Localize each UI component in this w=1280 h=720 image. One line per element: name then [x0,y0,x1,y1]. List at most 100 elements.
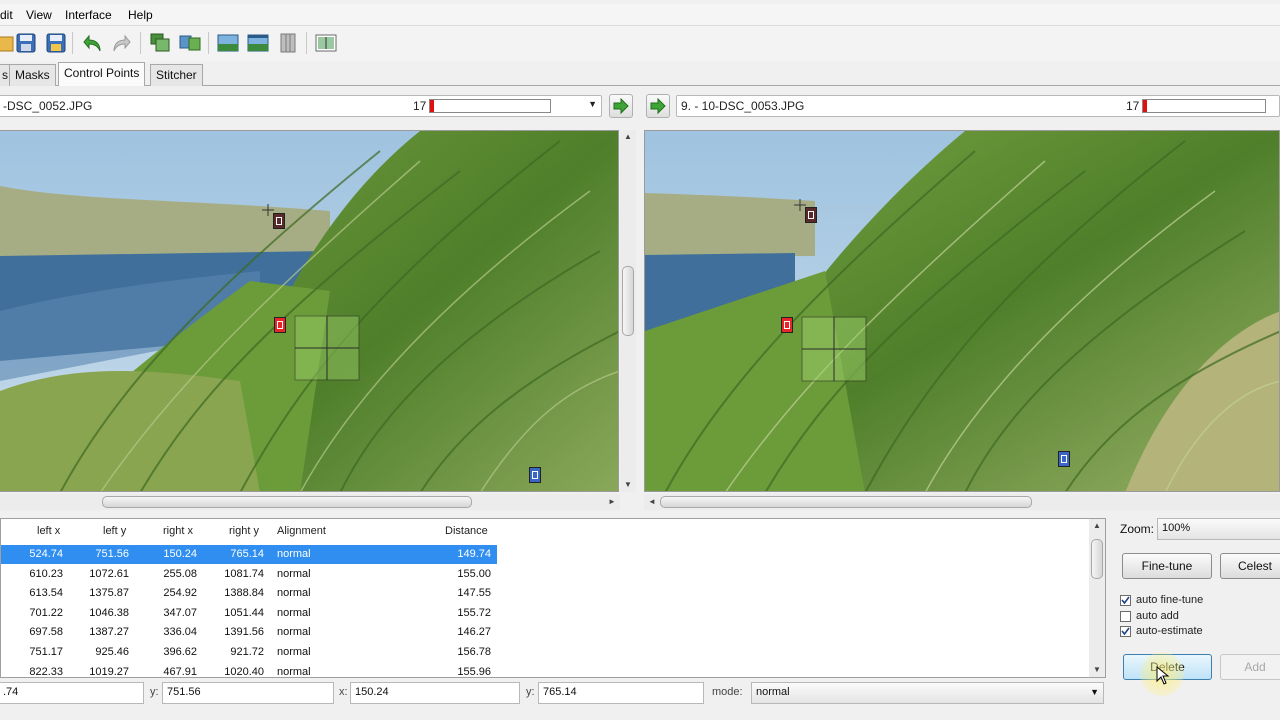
table-cell-alignment: normal [277,587,311,600]
hugin-window: dit View Interface Help s Masks Control … [0,0,1280,720]
left-image-select[interactable]: -DSC_0052.JPG 17 ▼ [0,95,602,117]
col-header-alignment[interactable]: Alignment [277,525,326,537]
table-cell-right-x: 347.07 [163,606,197,619]
right-image-select[interactable]: 9. - 10-DSC_0053.JPG 17 [676,95,1280,117]
table-cell-distance: 155.00 [457,567,491,580]
zoom-select[interactable]: 100% [1157,518,1280,540]
right-image-pane[interactable] [644,130,1280,492]
table-cell-left-x: 524.74 [29,548,63,560]
table-row[interactable]: 697.58 1387.27 336.04 1391.56 normal 146.27 [1,623,497,642]
undo-icon[interactable] [78,29,106,57]
right-x-field[interactable]: 150.24 [350,682,520,704]
table-row[interactable]: 610.23 1072.61 255.08 1081.74 normal 155.00 [1,565,497,584]
left-y-field[interactable]: 751.56 [162,682,334,704]
scroll-thumb[interactable] [660,496,1032,508]
control-point-marker-selected[interactable] [274,317,286,333]
table-row[interactable]: 822.33 1019.27 467.91 1020.40 normal 155.96 [1,663,497,678]
menu-bar: dit View Interface Help [0,4,1280,26]
control-point-marker[interactable] [1058,451,1070,467]
layout-icon[interactable] [274,29,302,57]
tab-stitcher[interactable]: Stitcher [150,64,203,86]
control-point-marker[interactable] [805,207,817,223]
zoom-label: Zoom: [1120,522,1155,536]
fast-preview-icon[interactable] [244,29,272,57]
table-row[interactable]: 613.54 1375.87 254.92 1388.84 normal 147.55 [1,584,497,603]
toolbar-separator [72,32,73,54]
mode-label: mode: [712,686,743,698]
table-cell-left-x: 822.33 [29,665,63,678]
table-cell-distance: 155.72 [457,606,491,619]
menu-interface[interactable]: Interface [65,8,112,22]
chevron-down-icon[interactable]: ▼ [588,99,597,109]
table-cell-alignment: normal [277,567,311,580]
add-images-icon[interactable] [146,29,174,57]
checkbox-auto-estimate[interactable] [1120,626,1131,637]
control-point-edit-row: .74 y: 751.56 x: 150.24 y: 765.14 mode: … [0,680,1110,706]
table-row[interactable]: 701.22 1046.38 347.07 1051.44 normal 155.72 [1,604,497,623]
left-image-progress-fill [430,100,434,112]
menu-edit[interactable]: dit [0,8,13,22]
scroll-thumb[interactable] [102,496,472,508]
right-image-cp-count: 17 [1126,99,1140,113]
arrow-left-button[interactable] [646,94,670,118]
right-pane-hscroll[interactable]: ◄ [644,494,1280,510]
table-cell-right-y: 1388.84 [224,587,264,600]
control-point-table[interactable]: left x left y right x right y Alignment … [0,518,1106,678]
scroll-thumb[interactable] [1091,539,1103,579]
col-header-left-x[interactable]: left x [37,525,60,537]
right-image-progress-fill [1143,100,1147,112]
tab-bar: s Masks Control Points Stitcher [0,62,1280,86]
table-row[interactable]: 751.17 925.46 396.62 921.72 normal 156.78 [1,643,497,662]
col-header-right-y[interactable]: right y [229,525,259,537]
table-cell-left-y: 1387.27 [89,626,129,639]
right-x-label: x: [339,686,348,698]
tab-masks[interactable]: Masks [9,64,56,86]
table-cell-left-x: 751.17 [29,646,63,658]
left-x-field[interactable]: .74 [0,682,144,704]
menu-view[interactable]: View [26,8,52,22]
table-cell-left-y: 1375.87 [89,587,129,600]
table-cell-right-y: 1391.56 [224,626,264,639]
table-cell-right-x: 467.91 [163,665,197,678]
control-point-marker[interactable] [529,467,541,483]
col-header-right-x[interactable]: right x [163,525,193,537]
left-image-pane[interactable] [0,130,619,492]
table-vscroll[interactable]: ▲ ▼ [1089,519,1105,677]
table-cell-alignment: normal [277,665,311,678]
save-icon[interactable] [12,29,40,57]
checkbox-auto-fine-tune[interactable] [1120,595,1131,606]
col-header-left-y[interactable]: left y [103,525,126,537]
control-point-marker[interactable] [273,213,285,229]
col-header-distance[interactable]: Distance [445,525,488,537]
preview-icon[interactable] [214,29,242,57]
scroll-thumb[interactable] [622,266,634,336]
right-y-label: y: [526,686,535,698]
add-button[interactable]: Add [1220,654,1280,680]
left-pane-hscroll[interactable]: ► [0,494,620,510]
fine-tune-button[interactable]: Fine-tune [1122,553,1212,579]
save-as-icon[interactable] [42,29,70,57]
left-pane-vscroll[interactable]: ▲ ▼ [620,130,636,492]
celeste-button[interactable]: Celest [1220,553,1280,579]
table-cell-distance: 155.96 [457,665,491,678]
tab-control-points[interactable]: Control Points [58,62,146,86]
arrow-right-button[interactable] [609,94,633,118]
control-point-marker-selected[interactable] [781,317,793,333]
table-cell-left-y: 1019.27 [89,665,129,678]
redo-icon[interactable] [108,29,136,57]
right-image-name: 9. - 10-DSC_0053.JPG [681,99,805,113]
arrow-right-icon [650,98,666,114]
table-cell-distance: 146.27 [457,626,491,639]
menu-help[interactable]: Help [128,8,153,22]
table-cell-left-y: 751.56 [95,548,129,560]
table-row[interactable]: 524.74 751.56 150.24 765.14 normal 149.74 [1,545,497,564]
table-cell-right-x: 255.08 [163,567,197,580]
gl-preview-icon[interactable] [312,29,340,57]
left-y-label: y: [150,686,159,698]
control-point-detect-icon[interactable] [176,29,204,57]
mode-select[interactable]: normal ▼ [751,682,1104,704]
table-cell-distance: 149.74 [457,548,491,560]
right-y-field[interactable]: 765.14 [538,682,704,704]
checkbox-auto-add[interactable] [1120,610,1131,622]
table-cell-distance: 156.78 [457,646,491,658]
